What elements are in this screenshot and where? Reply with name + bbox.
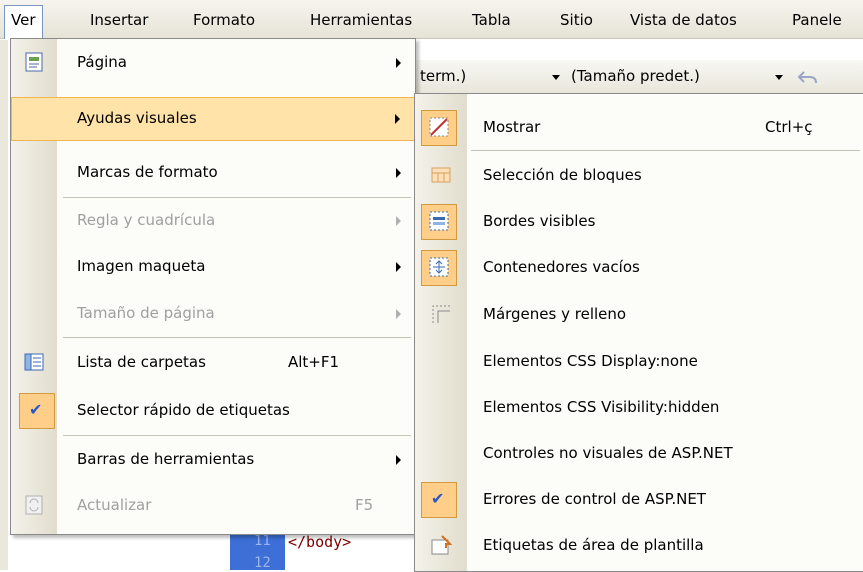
submenu-item-seleccion-de-bloques[interactable]: Selección de bloques [415,154,863,198]
menu-vista-de-datos[interactable]: Vista de datos [624,8,743,32]
submenu-item-label: Elementos CSS Display:none [483,352,698,370]
submenu-arrow-icon [395,114,400,124]
line-number-12: 12 [254,555,271,571]
submenu-item-contenedores-vacios[interactable]: Contenedores vacíos [415,246,863,290]
menu-item-label: Página [77,53,127,71]
menu-item-shortcut: F5 [355,496,374,514]
submenu-item-css-visibility-hidden[interactable]: Elementos CSS Visibility:hidden [415,386,863,430]
submenu-item-etiquetas-de-area-de-plantilla[interactable]: Etiquetas de área de plantilla [415,524,863,568]
submenu-arrow-icon [396,58,401,68]
menu-formato[interactable]: Formato [187,8,261,32]
menu-item-tamano-de-pagina[interactable]: Tamaño de página [11,292,415,336]
menu-item-label: Selector rápido de etiquetas [77,401,290,419]
menu-bar: Ver Insertar Formato Herramientas Tabla … [0,0,863,39]
menu-item-pagina[interactable]: Página [11,41,415,85]
submenu-item-label: Elementos CSS Visibility:hidden [483,398,720,416]
submenu-item-mostrar[interactable]: Mostrar Ctrl+ç [415,106,863,150]
font-combo-text[interactable]: term.) [420,67,466,85]
undo-icon[interactable] [796,68,826,88]
menu-sitio[interactable]: Sitio [554,8,599,32]
page-icon [25,52,43,72]
submenu-item-label: Mostrar [483,118,541,136]
menu-item-label: Tamaño de página [77,304,215,322]
menu-item-label: Imagen maqueta [77,257,206,275]
menu-item-shortcut: Alt+F1 [288,353,340,371]
ver-menu: Página Ayudas visuales Marcas de formato… [10,38,416,535]
menu-item-imagen-maqueta[interactable]: Imagen maqueta [11,245,415,289]
menu-item-regla-y-cuadricula[interactable]: Regla y cuadrícula [11,199,415,243]
menu-separator [471,150,860,151]
menu-item-label: Ayudas visuales [77,109,197,127]
submenu-item-label: Controles no visuales de ASP.NET [483,444,733,462]
menu-item-label: Actualizar [77,496,152,514]
submenu-arrow-icon [396,216,401,226]
block-selection-icon [431,167,451,183]
submenu-item-errores-de-control[interactable]: ✔ Errores de control de ASP.NET [415,478,863,522]
menu-insertar[interactable]: Insertar [84,8,154,32]
menu-item-barras-de-herramientas[interactable]: Barras de herramientas [11,438,415,482]
font-combo-arrow-icon[interactable] [552,75,560,80]
visible-borders-icon [429,211,449,231]
menu-item-ayudas-visuales[interactable]: Ayudas visuales [11,97,415,141]
submenu-item-label: Etiquetas de área de plantilla [483,536,704,554]
folder-list-icon [24,353,44,371]
menu-separator [63,435,411,436]
refresh-icon [25,495,43,515]
code-text: </body> [288,533,352,551]
submenu-item-shortcut: Ctrl+ç [765,118,813,136]
template-region-labels-icon [431,535,452,555]
menu-item-label: Lista de carpetas [77,353,206,371]
left-ruler [0,40,8,570]
submenu-arrow-icon [396,262,401,272]
checkmark-icon: ✔ [29,400,43,419]
menu-item-lista-de-carpetas[interactable]: Lista de carpetas Alt+F1 [11,341,415,385]
menu-tabla[interactable]: Tabla [466,8,517,32]
submenu-item-css-display-none[interactable]: Elementos CSS Display:none [415,340,863,384]
menu-herramientas[interactable]: Herramientas [304,8,418,32]
submenu-item-label: Bordes visibles [483,212,596,230]
submenu-item-label: Selección de bloques [483,166,642,184]
menu-separator [63,337,411,338]
checkmark-icon: ✔ [431,489,445,508]
menu-separator [63,197,411,198]
menu-item-actualizar[interactable]: Actualizar F5 [11,484,415,528]
size-combo-text[interactable]: (Tamaño predet.) [571,67,700,85]
submenu-item-label: Márgenes y relleno [483,305,627,323]
submenu-arrow-icon [396,309,401,319]
menu-item-label: Regla y cuadrícula [77,211,216,229]
menu-item-marcas-de-formato[interactable]: Marcas de formato [11,151,415,195]
line-number-11: 11 [254,533,271,549]
formatting-toolbar: term.) (Tamaño predet.) [416,60,863,94]
submenu-item-bordes-visibles[interactable]: Bordes visibles [415,200,863,244]
empty-containers-icon [429,257,449,277]
submenu-arrow-icon [396,168,401,178]
submenu-item-label: Errores de control de ASP.NET [483,490,706,508]
submenu-item-controles-no-visuales[interactable]: Controles no visuales de ASP.NET [415,432,863,476]
menu-item-label: Barras de herramientas [77,450,255,468]
menu-item-selector-rapido-de-etiquetas[interactable]: ✔ Selector rápido de etiquetas [11,389,415,433]
menu-ver[interactable]: Ver [4,5,43,39]
submenu-arrow-icon [396,455,401,465]
menu-item-label: Marcas de formato [77,163,218,181]
menu-paneles[interactable]: Panele [786,8,848,32]
show-visual-aids-icon [429,117,449,137]
margins-padding-icon [432,305,450,323]
size-combo-arrow-icon[interactable] [775,75,783,80]
ayudas-visuales-submenu: Mostrar Ctrl+ç Selección de bloques Bord… [414,93,863,572]
submenu-item-margenes-y-relleno[interactable]: Márgenes y relleno [415,293,863,337]
submenu-item-label: Contenedores vacíos [483,258,640,276]
